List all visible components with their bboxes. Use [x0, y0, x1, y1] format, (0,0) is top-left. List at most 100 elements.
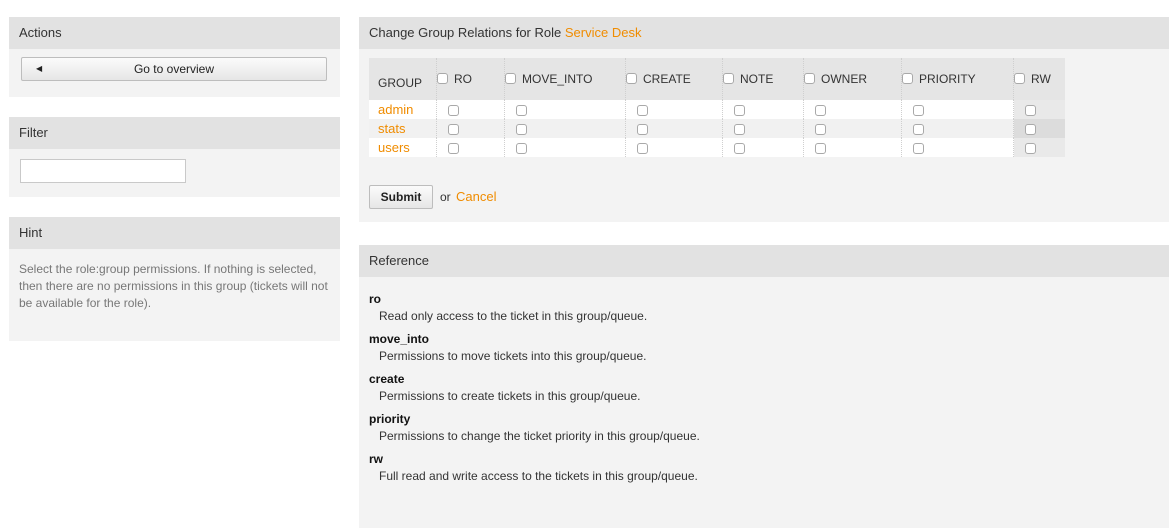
- group-link-users[interactable]: users: [378, 140, 410, 155]
- group-cell: stats: [369, 119, 437, 138]
- checkbox-icon[interactable]: [437, 73, 448, 85]
- checkbox-icon[interactable]: [516, 142, 527, 154]
- checkbox-icon[interactable]: [815, 142, 826, 154]
- checkbox-icon[interactable]: [516, 104, 527, 116]
- checkbox-icon[interactable]: [913, 142, 924, 154]
- checkbox-icon[interactable]: [448, 142, 459, 154]
- checkbox-icon[interactable]: [804, 73, 815, 85]
- column-header-create: CREATE: [625, 58, 723, 100]
- reference-term-priority: priority: [369, 412, 411, 426]
- checkbox-icon[interactable]: [1025, 142, 1036, 154]
- permissions-table: GROUP RO MOVE_INTO CREATE NOTE OWNER PRI…: [369, 58, 1065, 157]
- hint-panel: Hint Select the role:group permissions. …: [9, 217, 340, 341]
- triangle-left-icon: ◀: [36, 64, 43, 73]
- filter-header: Filter: [9, 117, 340, 149]
- submit-button[interactable]: Submit: [369, 185, 433, 209]
- column-header-rw: RW: [1013, 58, 1065, 100]
- group-cell: users: [369, 138, 437, 157]
- column-header-label: RW: [1031, 72, 1051, 86]
- owner-cell: [803, 119, 902, 138]
- table-row: admin: [369, 100, 1065, 119]
- column-header-label: OWNER: [821, 72, 867, 86]
- note-cell: [722, 100, 804, 119]
- group-relations-header: Change Group Relations for Role Service …: [359, 17, 1169, 49]
- checkbox-icon[interactable]: [734, 123, 745, 135]
- checkbox-icon[interactable]: [516, 123, 527, 135]
- filter-input[interactable]: [21, 160, 185, 182]
- priority-cell: [901, 138, 1014, 157]
- checkbox-icon[interactable]: [505, 73, 516, 85]
- hint-text: Select the role:group permissions. If no…: [19, 262, 328, 310]
- checkbox-icon[interactable]: [734, 142, 745, 154]
- create-cell: [625, 100, 723, 119]
- group-relations-panel: Change Group Relations for Role Service …: [359, 17, 1169, 222]
- column-header-label: CREATE: [643, 72, 691, 86]
- column-header-move-into: MOVE_INTO: [504, 58, 626, 100]
- role-name-link[interactable]: Service Desk: [565, 25, 642, 40]
- move-into-cell: [504, 138, 626, 157]
- rw-cell: [1013, 119, 1065, 138]
- checkbox-icon[interactable]: [902, 73, 913, 85]
- checkbox-icon[interactable]: [815, 104, 826, 116]
- checkbox-icon[interactable]: [448, 104, 459, 116]
- checkbox-icon[interactable]: [637, 104, 648, 116]
- column-header-label: RO: [454, 72, 472, 86]
- column-header-label: MOVE_INTO: [522, 72, 593, 86]
- reference-header: Reference: [359, 245, 1169, 277]
- column-header-owner: OWNER: [803, 58, 902, 100]
- column-header-label: PRIORITY: [919, 72, 976, 86]
- priority-cell: [901, 100, 1014, 119]
- reference-term-ro: ro: [369, 292, 381, 306]
- checkbox-icon[interactable]: [637, 123, 648, 135]
- column-header-priority: PRIORITY: [901, 58, 1014, 100]
- rw-cell: [1013, 138, 1065, 157]
- table-row: stats: [369, 119, 1065, 138]
- rw-cell: [1013, 100, 1065, 119]
- column-header-ro: RO: [436, 58, 505, 100]
- checkbox-icon[interactable]: [448, 123, 459, 135]
- actions-header: Actions: [9, 17, 340, 49]
- note-cell: [722, 119, 804, 138]
- create-cell: [625, 138, 723, 157]
- cancel-link[interactable]: Cancel: [456, 189, 496, 204]
- column-header-note: NOTE: [722, 58, 804, 100]
- move-into-cell: [504, 119, 626, 138]
- note-cell: [722, 138, 804, 157]
- owner-cell: [803, 100, 902, 119]
- priority-cell: [901, 119, 1014, 138]
- column-header-label: NOTE: [740, 72, 774, 86]
- checkbox-icon[interactable]: [1014, 73, 1025, 85]
- reference-desc-create: Permissions to create tickets in this gr…: [379, 389, 641, 403]
- checkbox-icon[interactable]: [1025, 123, 1036, 135]
- reference-desc-ro: Read only access to the ticket in this g…: [379, 309, 648, 323]
- reference-desc-rw: Full read and write access to the ticket…: [379, 469, 698, 483]
- checkbox-icon[interactable]: [815, 123, 826, 135]
- owner-cell: [803, 138, 902, 157]
- table-header-row: GROUP RO MOVE_INTO CREATE NOTE OWNER PRI…: [369, 58, 1065, 100]
- checkbox-icon[interactable]: [723, 73, 734, 85]
- or-text: or: [440, 190, 451, 204]
- column-header-group: GROUP: [369, 58, 437, 100]
- checkbox-icon[interactable]: [734, 104, 745, 116]
- move-into-cell: [504, 100, 626, 119]
- reference-desc-priority: Permissions to change the ticket priorit…: [379, 429, 700, 443]
- checkbox-icon[interactable]: [637, 142, 648, 154]
- reference-term-create: create: [369, 372, 405, 386]
- go-to-overview-button[interactable]: ◀ Go to overview: [21, 57, 327, 81]
- reference-term-rw: rw: [369, 452, 384, 466]
- checkbox-icon[interactable]: [913, 123, 924, 135]
- hint-header: Hint: [9, 217, 340, 249]
- group-cell: admin: [369, 100, 437, 119]
- table-row: users: [369, 138, 1065, 157]
- checkbox-icon[interactable]: [626, 73, 637, 85]
- checkbox-icon[interactable]: [913, 104, 924, 116]
- page-title: Change Group Relations for Role: [369, 25, 562, 40]
- group-link-stats[interactable]: stats: [378, 121, 405, 136]
- actions-panel: Actions ◀ Go to overview: [9, 17, 340, 97]
- checkbox-icon[interactable]: [1025, 104, 1036, 116]
- reference-panel: Reference ro Read only access to the tic…: [359, 245, 1169, 528]
- ro-cell: [436, 119, 505, 138]
- group-link-admin[interactable]: admin: [378, 102, 413, 117]
- go-to-overview-label: Go to overview: [133, 62, 215, 76]
- reference-term-move-into: move_into: [369, 332, 430, 346]
